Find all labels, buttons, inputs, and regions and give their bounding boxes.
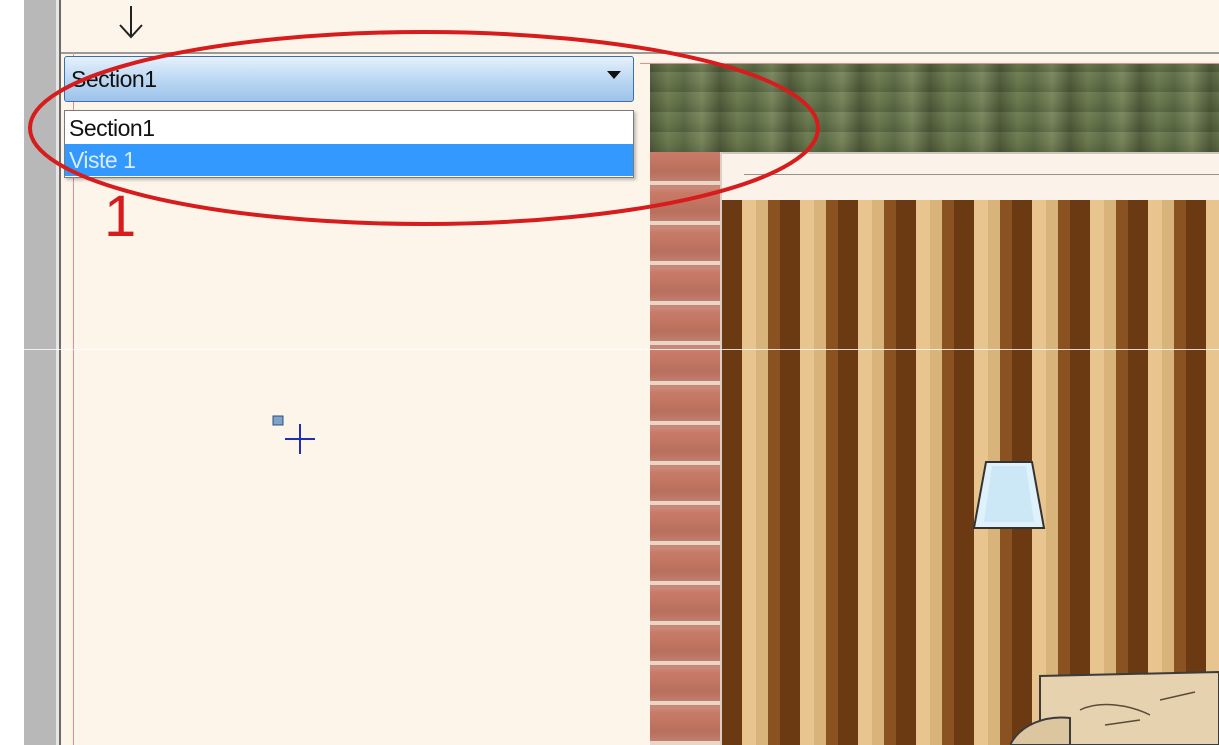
brick-column — [650, 152, 722, 745]
crosshair-cursor-icon — [272, 415, 315, 454]
image-seam — [0, 349, 1219, 350]
annotation-number: 1 — [104, 184, 137, 249]
striped-wallpaper — [722, 200, 1219, 745]
lamp-shade-icon — [972, 461, 1046, 529]
sofa-drawing — [1010, 670, 1219, 745]
annotation-ellipse — [28, 30, 820, 226]
